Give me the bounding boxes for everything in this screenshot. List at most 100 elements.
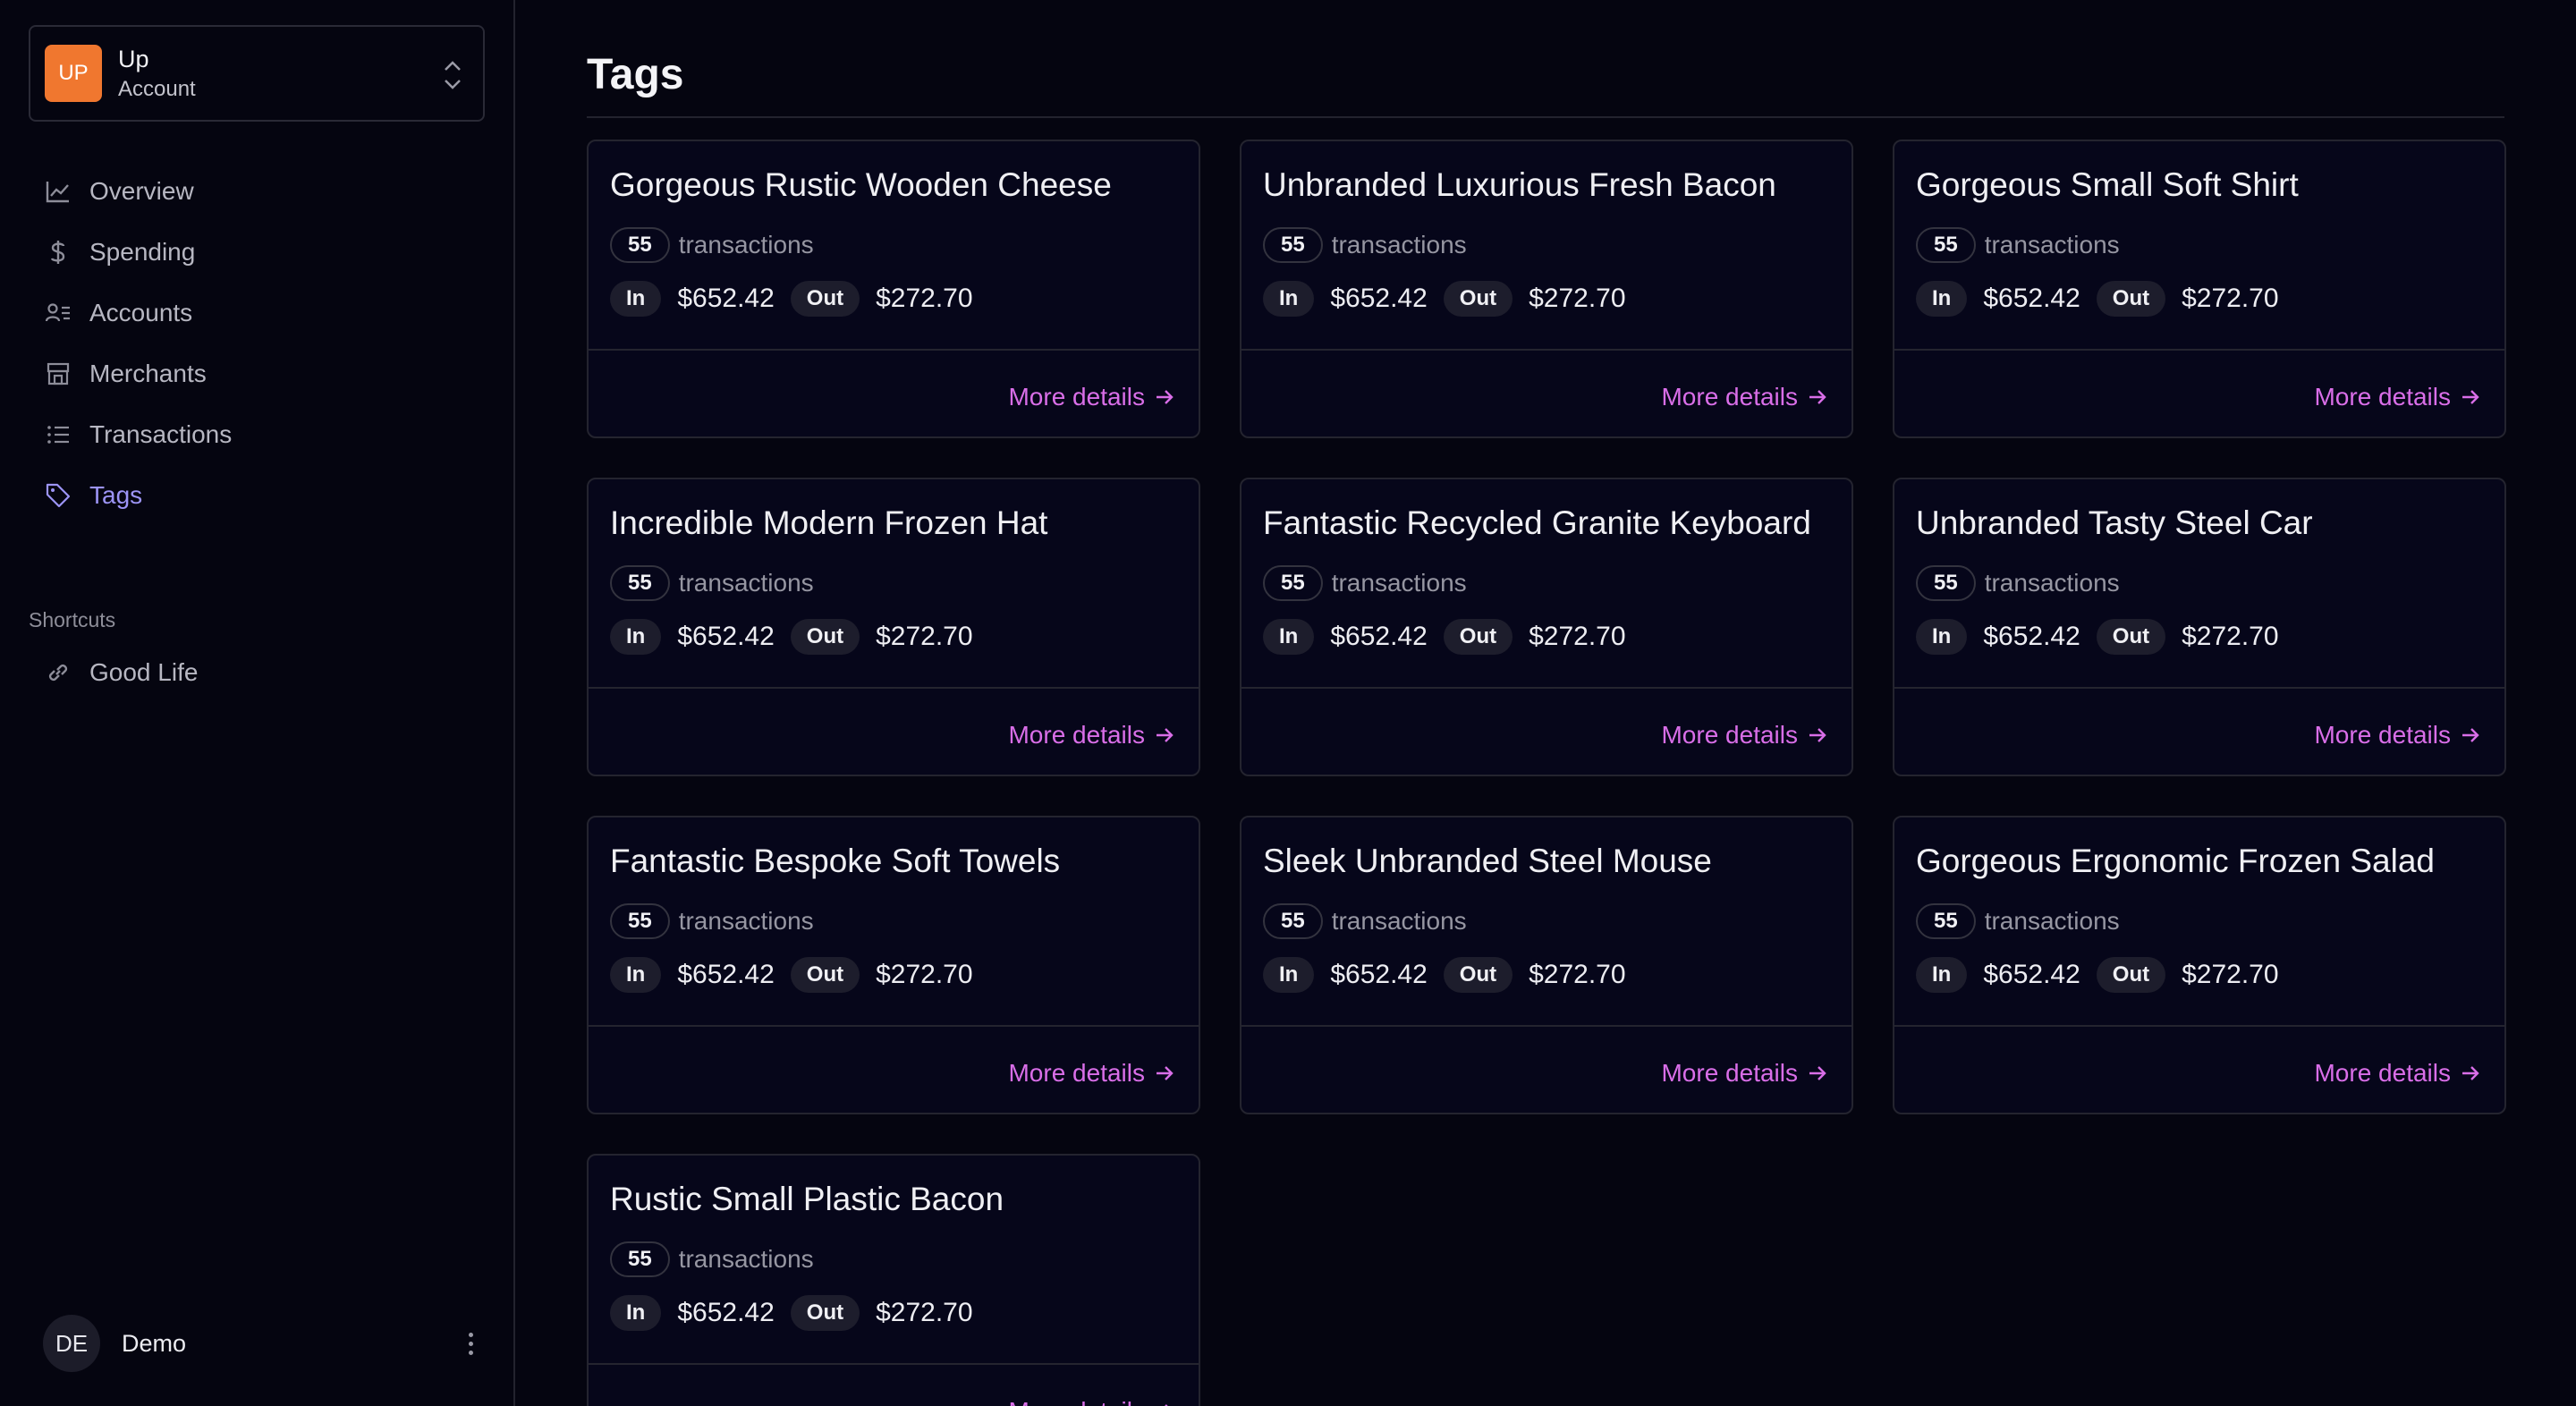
transactions-label: transactions bbox=[1984, 231, 2120, 258]
out-badge: Out bbox=[790, 619, 860, 655]
sidebar-nav: Overview Spending Accounts Merchants Tra… bbox=[29, 161, 485, 526]
arrow-right-icon bbox=[1809, 1066, 1826, 1080]
sidebar-item-spending[interactable]: Spending bbox=[29, 222, 485, 283]
transaction-count-badge: 55 bbox=[1263, 227, 1323, 263]
card-divider bbox=[589, 349, 1199, 351]
more-details-link[interactable]: More details bbox=[1661, 383, 1828, 411]
more-details-label: More details bbox=[1661, 721, 1798, 749]
tag-name: Gorgeous Rustic Wooden Cheese bbox=[610, 166, 1112, 203]
account-switcher[interactable]: UP Up Account bbox=[29, 25, 485, 122]
more-details-label: More details bbox=[1008, 1059, 1145, 1087]
store-icon bbox=[43, 359, 73, 389]
tag-name: Rustic Small Plastic Bacon bbox=[610, 1181, 1004, 1217]
more-options-icon[interactable] bbox=[460, 1326, 481, 1361]
arrow-right-icon bbox=[2462, 390, 2479, 404]
transactions-label: transactions bbox=[678, 569, 814, 597]
tag-name: Unbranded Luxurious Fresh Bacon bbox=[1263, 166, 1776, 203]
more-details-link[interactable]: More details bbox=[1661, 1059, 1828, 1088]
arrow-right-icon bbox=[1809, 728, 1826, 742]
out-badge: Out bbox=[790, 1295, 860, 1331]
more-details-label: More details bbox=[1661, 383, 1798, 411]
sidebar-item-transactions[interactable]: Transactions bbox=[29, 404, 485, 465]
more-details-label: More details bbox=[1008, 1397, 1145, 1406]
more-details-link[interactable]: More details bbox=[1008, 721, 1175, 750]
sidebar-item-label: Spending bbox=[89, 238, 196, 266]
tag-card: Gorgeous Small Soft Shirt 55 transactions… bbox=[1893, 140, 2506, 438]
card-divider bbox=[589, 1363, 1199, 1365]
transaction-count-badge: 55 bbox=[1263, 903, 1323, 939]
card-divider bbox=[589, 1025, 1199, 1027]
account-avatar: UP bbox=[45, 45, 102, 102]
tag-card: Sleek Unbranded Steel Mouse 55 transactio… bbox=[1240, 816, 1853, 1114]
card-divider bbox=[1894, 349, 2504, 351]
out-badge: Out bbox=[2096, 281, 2166, 317]
tag-card: Unbranded Luxurious Fresh Bacon 55 transa… bbox=[1240, 140, 1853, 438]
out-amount: $272.70 bbox=[2182, 622, 2279, 651]
arrow-right-icon bbox=[2462, 728, 2479, 742]
more-details-label: More details bbox=[1008, 721, 1145, 749]
tag-card: Fantastic Bespoke Soft Towels 55 transact… bbox=[587, 816, 1200, 1114]
in-amount: $652.42 bbox=[1983, 960, 2080, 989]
tag-card: Gorgeous Rustic Wooden Cheese 55 transact… bbox=[587, 140, 1200, 438]
sidebar-item-tags[interactable]: Tags bbox=[29, 465, 485, 526]
out-badge: Out bbox=[790, 281, 860, 317]
sidebar-item-label: Merchants bbox=[89, 360, 207, 387]
out-badge: Out bbox=[1443, 281, 1513, 317]
more-details-link[interactable]: More details bbox=[2314, 1059, 2481, 1088]
card-divider bbox=[589, 687, 1199, 689]
in-badge: In bbox=[610, 281, 662, 317]
in-amount: $652.42 bbox=[1330, 960, 1428, 989]
sidebar-item-label: Transactions bbox=[89, 420, 233, 448]
sidebar-item-label: Overview bbox=[89, 177, 194, 205]
in-amount: $652.42 bbox=[677, 622, 775, 651]
out-badge: Out bbox=[2096, 957, 2166, 993]
out-amount: $272.70 bbox=[876, 622, 973, 651]
link-icon bbox=[43, 657, 73, 688]
card-divider bbox=[1241, 1025, 1852, 1027]
more-details-link[interactable]: More details bbox=[1661, 721, 1828, 750]
tag-name: Fantastic Bespoke Soft Towels bbox=[610, 843, 1061, 879]
tag-name: Sleek Unbranded Steel Mouse bbox=[1263, 843, 1712, 879]
card-divider bbox=[1241, 349, 1852, 351]
shortcut-item-label: Good Life bbox=[89, 658, 199, 686]
list-icon bbox=[43, 419, 73, 450]
shortcut-item-good-life[interactable]: Good Life bbox=[29, 642, 485, 703]
user-menu[interactable]: DE Demo bbox=[43, 1315, 481, 1372]
more-details-label: More details bbox=[2314, 383, 2451, 411]
in-badge: In bbox=[1916, 957, 1968, 993]
more-details-link[interactable]: More details bbox=[1008, 1059, 1175, 1088]
card-divider bbox=[1241, 687, 1852, 689]
in-amount: $652.42 bbox=[1330, 622, 1428, 651]
tags-grid: Gorgeous Rustic Wooden Cheese 55 transact… bbox=[587, 140, 2506, 1406]
more-details-link[interactable]: More details bbox=[1008, 1397, 1175, 1406]
chevron-up-down-icon bbox=[445, 61, 461, 89]
sidebar-item-merchants[interactable]: Merchants bbox=[29, 343, 485, 404]
more-details-link[interactable]: More details bbox=[2314, 383, 2481, 411]
out-amount: $272.70 bbox=[1529, 284, 1626, 313]
out-amount: $272.70 bbox=[2182, 284, 2279, 313]
out-amount: $272.70 bbox=[876, 1298, 973, 1327]
more-details-link[interactable]: More details bbox=[1008, 383, 1175, 411]
out-amount: $272.70 bbox=[2182, 960, 2279, 989]
shortcuts-heading: Shortcuts bbox=[29, 608, 116, 631]
account-name: Up bbox=[118, 45, 149, 72]
transaction-count-badge: 55 bbox=[1916, 903, 1976, 939]
transactions-label: transactions bbox=[678, 907, 814, 935]
more-details-label: More details bbox=[2314, 1059, 2451, 1087]
transaction-count-badge: 55 bbox=[1916, 227, 1976, 263]
tag-name: Gorgeous Small Soft Shirt bbox=[1916, 166, 2299, 203]
transactions-label: transactions bbox=[678, 231, 814, 258]
sidebar-item-accounts[interactable]: Accounts bbox=[29, 283, 485, 343]
more-details-label: More details bbox=[2314, 721, 2451, 749]
arrow-right-icon bbox=[1157, 390, 1174, 404]
user-name: Demo bbox=[122, 1329, 187, 1357]
sidebar-item-overview[interactable]: Overview bbox=[29, 161, 485, 222]
sidebar: UP Up Account Overview Spending Accounts… bbox=[0, 0, 515, 1406]
transactions-label: transactions bbox=[1984, 569, 2120, 597]
out-badge: Out bbox=[1443, 619, 1513, 655]
dollar-icon bbox=[43, 237, 73, 267]
out-badge: Out bbox=[1443, 957, 1513, 993]
more-details-link[interactable]: More details bbox=[2314, 721, 2481, 750]
out-badge: Out bbox=[2096, 619, 2166, 655]
transaction-count-badge: 55 bbox=[1916, 565, 1976, 601]
